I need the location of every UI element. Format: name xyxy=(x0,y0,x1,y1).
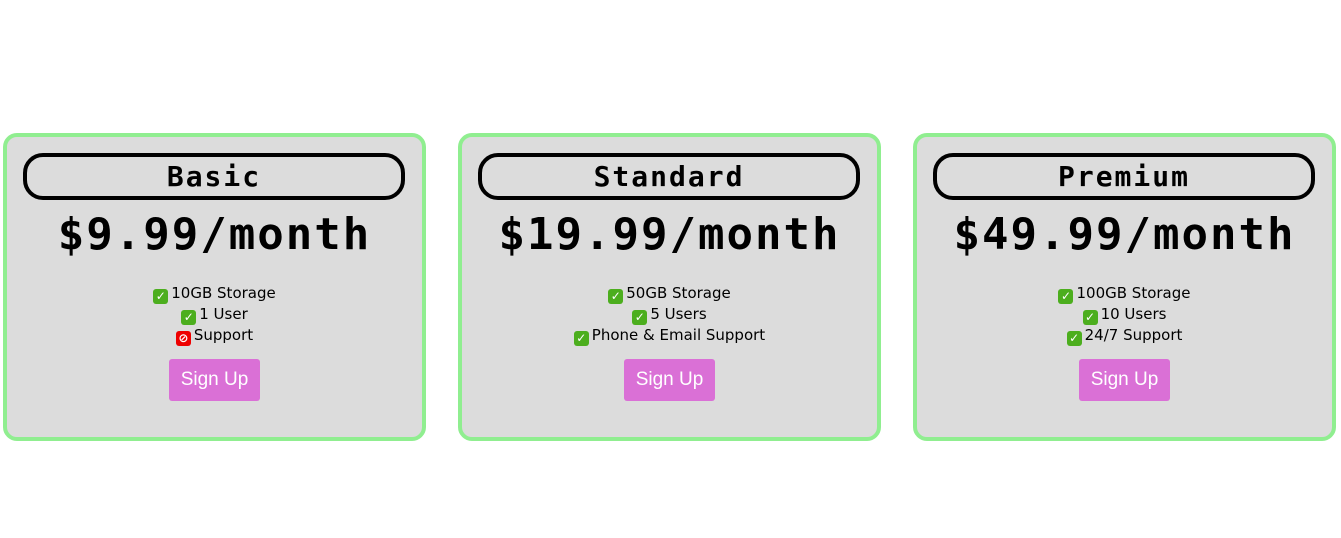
feature-item: ✓ Phone & Email Support xyxy=(462,325,877,346)
feature-item: ✓ 10GB Storage xyxy=(7,283,422,304)
check-icon: ✓ xyxy=(181,310,197,325)
feature-item: ⊘ Support xyxy=(7,325,422,346)
plan-title: Premium xyxy=(933,153,1315,200)
prohibited-icon: ⊘ xyxy=(175,331,191,346)
plan-title: Standard xyxy=(478,153,860,200)
sign-up-button[interactable]: Sign Up xyxy=(169,359,260,401)
plan-price: $19.99/month xyxy=(498,209,841,260)
feature-list: ✓ 100GB Storage ✓ 10 Users ✓ 24/7 Support xyxy=(917,283,1332,346)
feature-text: 50GB Storage xyxy=(626,284,731,302)
feature-item: ✓ 10 Users xyxy=(917,304,1332,325)
feature-text: 10 Users xyxy=(1100,305,1167,323)
check-icon: ✓ xyxy=(1082,310,1098,325)
plan-price: $9.99/month xyxy=(57,209,372,260)
check-icon: ✓ xyxy=(632,310,648,325)
feature-list: ✓ 10GB Storage ✓ 1 User ⊘ Support xyxy=(7,283,422,346)
plan-title: Basic xyxy=(23,153,405,200)
feature-text: 10GB Storage xyxy=(171,284,276,302)
pricing-card-basic: Basic $9.99/month ✓ 10GB Storage ✓ 1 User ⊘ S… xyxy=(3,133,426,441)
check-icon: ✓ xyxy=(573,331,589,346)
plan-price: $49.99/month xyxy=(953,209,1296,260)
check-icon: ✓ xyxy=(1066,331,1082,346)
feature-text: Support xyxy=(193,326,254,344)
feature-item: ✓ 1 User xyxy=(7,304,422,325)
sign-up-button[interactable]: Sign Up xyxy=(1079,359,1170,401)
feature-text: 100GB Storage xyxy=(1076,284,1191,302)
pricing-card-premium: Premium $49.99/month ✓ 100GB Storage ✓ 10 U… xyxy=(913,133,1336,441)
feature-item: ✓ 100GB Storage xyxy=(917,283,1332,304)
feature-text: 5 Users xyxy=(650,305,707,323)
feature-list: ✓ 50GB Storage ✓ 5 Users ✓ Phone & Email Supp… xyxy=(462,283,877,346)
check-icon: ✓ xyxy=(1058,289,1074,304)
check-icon: ✓ xyxy=(153,289,169,304)
feature-text: 24/7 Support xyxy=(1084,326,1183,344)
feature-text: 1 User xyxy=(199,305,248,323)
feature-item: ✓ 24/7 Support xyxy=(917,325,1332,346)
feature-item: ✓ 50GB Storage xyxy=(462,283,877,304)
pricing-card-standard: Standard $19.99/month ✓ 50GB Storage ✓ 5 Us… xyxy=(458,133,881,441)
sign-up-button[interactable]: Sign Up xyxy=(624,359,715,401)
feature-item: ✓ 5 Users xyxy=(462,304,877,325)
feature-text: Phone & Email Support xyxy=(591,326,766,344)
check-icon: ✓ xyxy=(608,289,624,304)
